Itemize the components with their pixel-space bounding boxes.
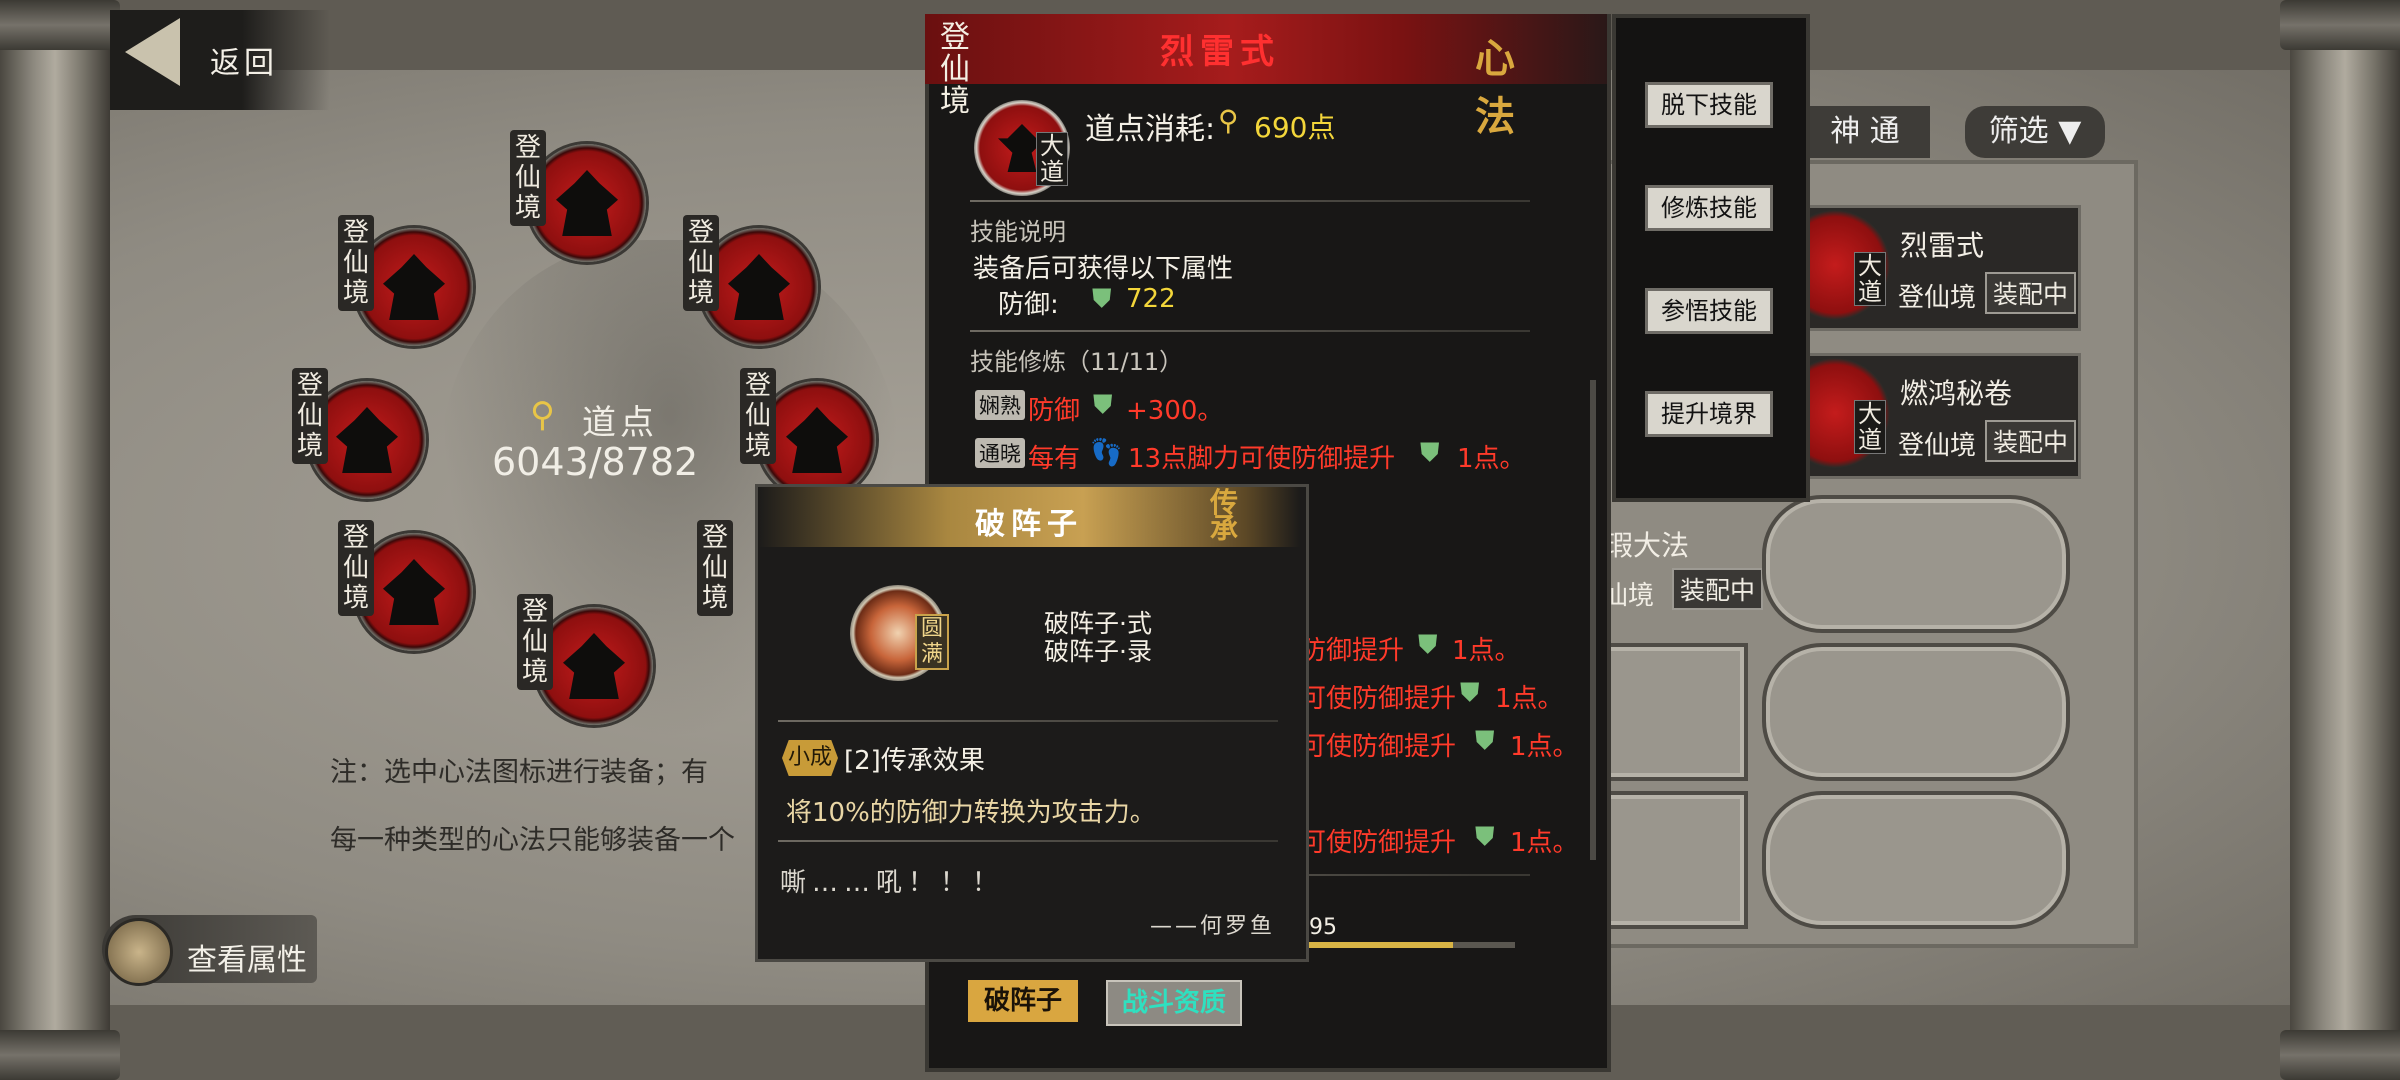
train-line-text: 防御 (1028, 396, 1081, 426)
train-skill-button[interactable]: 修炼技能 (1645, 185, 1773, 231)
train-line-text: 可使防御提升 (1300, 684, 1457, 714)
divider (778, 720, 1278, 722)
train-line-text: 防御提升 (1300, 636, 1405, 666)
shield-icon: ⛊ (1420, 438, 1440, 468)
train-line-text: 可使防御提升 (1300, 828, 1457, 858)
train-line-text: 每有 (1028, 444, 1081, 474)
equipped-badge: 装配中 (1672, 568, 1764, 610)
filter-button[interactable]: 筛选 ▼ (1965, 106, 2105, 158)
back-arrow-icon[interactable] (125, 18, 180, 86)
train-line-value: 13点脚力可使防御提升 (1128, 444, 1396, 474)
shield-icon: ⛊ (1093, 390, 1113, 420)
train-line-tail: 1点。 (1495, 684, 1564, 714)
tag-pozhenzi[interactable]: 破阵子 (968, 980, 1078, 1022)
entry-realm: 登仙境 (1898, 283, 1977, 313)
foot-icon: 👣 (1090, 438, 1123, 468)
location-pin-icon: ⚲ (1218, 104, 1239, 137)
level-badge: 娴熟 (975, 390, 1025, 420)
scrollbar[interactable] (1590, 380, 1596, 860)
train-line-tail: 1点。 (1510, 732, 1579, 762)
left-scroll-roller (0, 0, 120, 1080)
figure-icon (728, 254, 790, 320)
shield-icon: ⛊ (1092, 284, 1112, 314)
divider (970, 330, 1530, 332)
section-title: 技能说明 (970, 218, 1066, 246)
realm-tag: 登仙境 (517, 594, 553, 690)
train-line-tail: 1点。 (1452, 636, 1521, 666)
effect-text: 将10%的防御力转换为攻击力。 (786, 798, 1156, 828)
dadao-tag: 大道 (1854, 400, 1886, 454)
xinfa-mark: 心法 (1475, 36, 1515, 140)
realm-tag: 登仙境 (292, 368, 328, 464)
empty-slot[interactable] (1762, 643, 2070, 781)
cost-label: 道点消耗: (1085, 112, 1216, 147)
note-line-1: 注：选中心法图标进行装备；有 (330, 757, 708, 788)
empty-slot[interactable] (1600, 791, 1748, 929)
realm-tag: 登仙境 (338, 520, 374, 616)
train-line-text: 可使防御提升 (1300, 732, 1457, 762)
empty-slot[interactable] (1600, 643, 1748, 781)
realm-tag: 登仙境 (510, 130, 546, 226)
back-label[interactable]: 返回 (210, 38, 278, 82)
divider (970, 200, 1530, 202)
realm-tag: 登仙境 (683, 215, 719, 311)
unequip-skill-button[interactable]: 脱下技能 (1645, 82, 1773, 128)
shield-icon: ⛊ (1475, 822, 1495, 852)
avatar[interactable] (105, 918, 173, 986)
train-line-value: +300。 (1126, 396, 1224, 426)
section-title: 技能修炼（11/11） (970, 348, 1184, 376)
inheritance-part: 破阵子·录 (1044, 637, 1152, 666)
realm-tag: 登仙境 (740, 368, 776, 464)
cost-value: 690点 (1254, 111, 1336, 144)
shield-icon: ⛊ (1475, 726, 1495, 756)
inheritance-mark: 传承 (1210, 486, 1239, 545)
defense-value: 722 (1126, 284, 1176, 314)
description-text: 装备后可获得以下属性 (973, 254, 1234, 284)
figure-icon (383, 254, 445, 320)
realm-tag: 登仙境 (338, 215, 374, 311)
equipped-badge: 装配中 (1985, 420, 2077, 462)
quote-author: ——何罗鱼 (1150, 914, 1276, 939)
equipped-badge: 装配中 (1985, 272, 2077, 314)
points-label: 道点 (582, 403, 658, 443)
train-line-tail: 1点。 (1510, 828, 1579, 858)
raise-realm-button[interactable]: 提升境界 (1645, 391, 1773, 437)
skill-realm: 登仙境 (940, 20, 970, 119)
tab-shentong[interactable]: 神 通 (1800, 106, 1930, 158)
figure-icon (556, 170, 618, 236)
empty-slot[interactable] (1762, 495, 2070, 633)
entry-name: 瑕大法 (1605, 529, 1690, 562)
empty-slot[interactable] (1762, 791, 2070, 929)
figure-icon (336, 407, 398, 473)
entry-name: 燃鸿秘卷 (1900, 377, 2013, 410)
figure-icon (563, 633, 625, 699)
train-line-tail: 1点。 (1457, 444, 1526, 474)
entry-name: 烈雷式 (1900, 229, 1985, 262)
right-scroll-roller (2280, 0, 2400, 1080)
dadao-tag: 大道 (1036, 132, 1068, 186)
figure-icon (786, 407, 848, 473)
quote-text: 嘶……吼！！！ (780, 868, 1005, 898)
note-line-2: 每一种类型的心法只能够装备一个 (330, 825, 735, 856)
level-badge: 通晓 (975, 438, 1025, 468)
comprehend-skill-button[interactable]: 参悟技能 (1645, 288, 1773, 334)
divider (778, 840, 1278, 842)
location-pin-icon: ⚲ (530, 395, 555, 435)
figure-icon (383, 559, 445, 625)
dadao-tag: 大道 (1854, 252, 1886, 306)
view-attributes-label[interactable]: 查看属性 (187, 935, 307, 979)
entry-realm: 登仙境 (1898, 431, 1977, 461)
stage-badge: 小成 (782, 740, 838, 776)
defense-label: 防御: (998, 290, 1059, 320)
shield-icon: ⛊ (1460, 678, 1480, 708)
perfection-badge: 圆满 (915, 614, 949, 670)
skill-title: 烈雷式 (1160, 32, 1280, 72)
realm-tag: 登仙境 (697, 520, 733, 616)
effect-title: [2]传承效果 (844, 746, 985, 776)
shield-icon: ⛊ (1418, 630, 1438, 660)
popup-title: 破阵子 (975, 507, 1083, 542)
tag-combat-aptitude[interactable]: 战斗资质 (1106, 980, 1242, 1026)
points-value: 6043/8782 (492, 440, 699, 484)
